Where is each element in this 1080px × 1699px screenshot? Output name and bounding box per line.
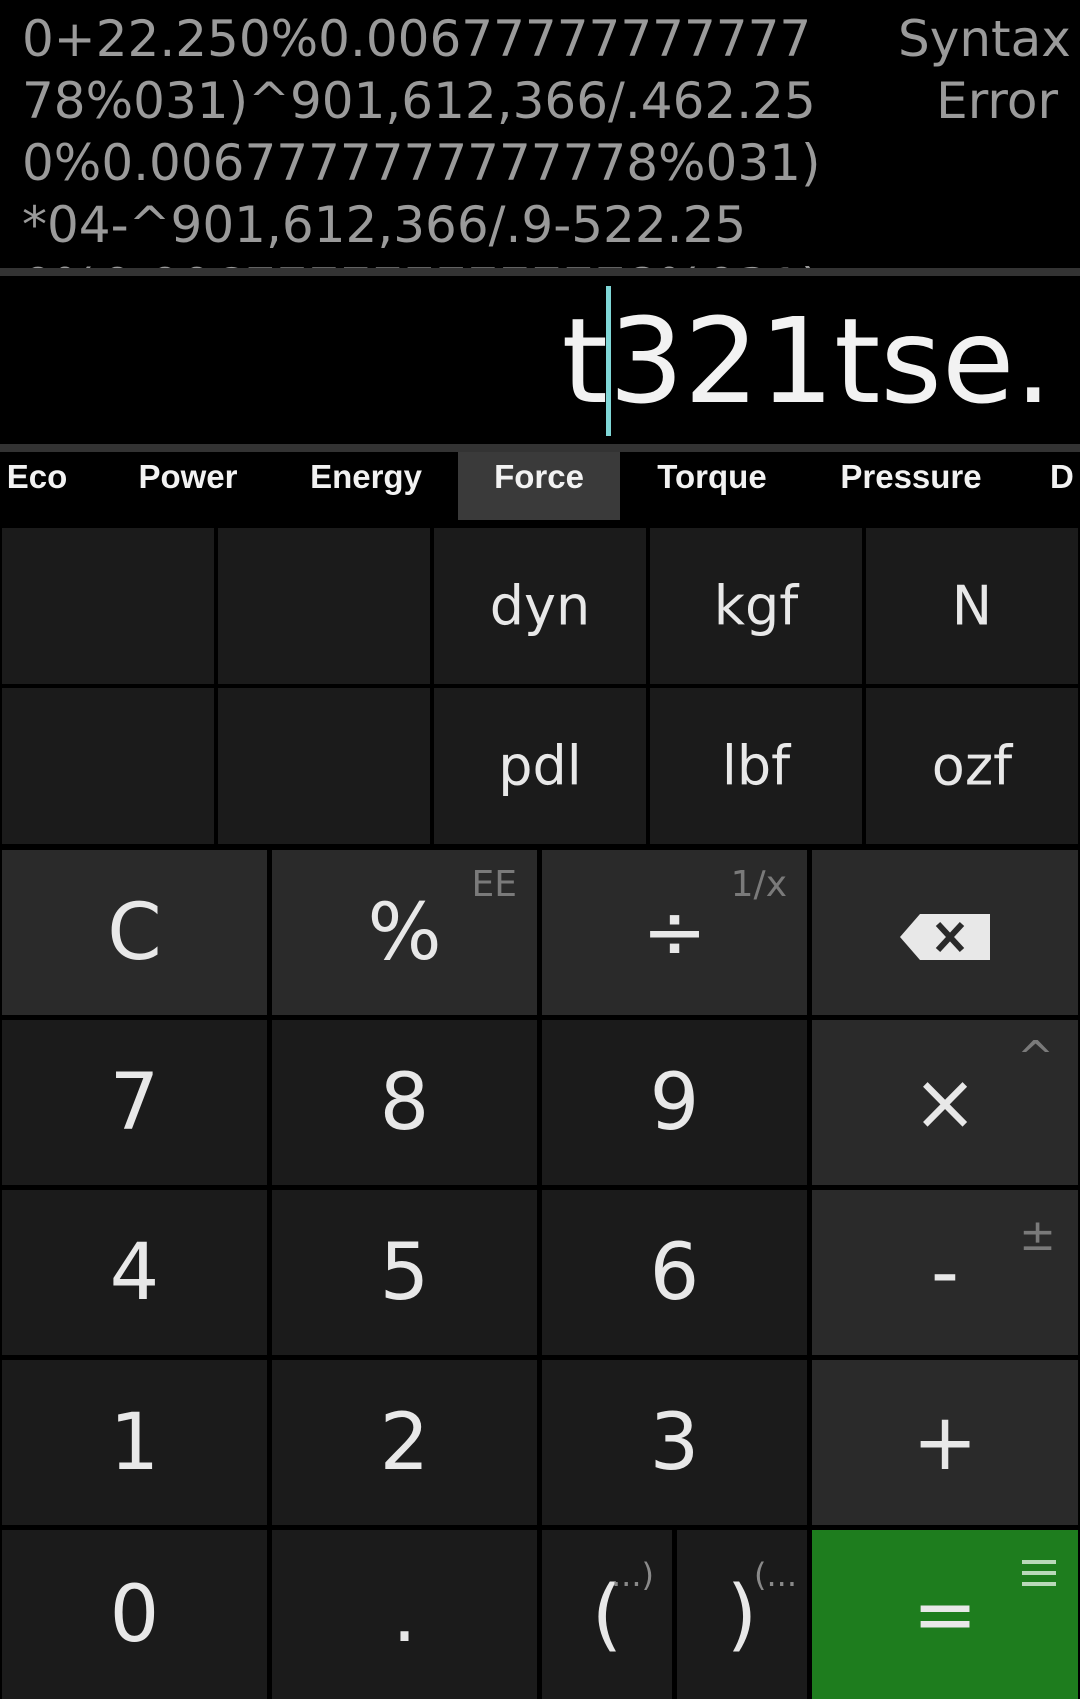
divide-button[interactable]: ÷ 1/x (542, 850, 807, 1015)
digit-4-button[interactable]: 4 (2, 1190, 267, 1355)
tab-pressure[interactable]: Pressure (826, 452, 996, 520)
digit-8-button[interactable]: 8 (272, 1020, 537, 1185)
reciprocal-sublabel: 1/x (730, 864, 787, 905)
open-paren-sublabel: ...) (611, 1556, 654, 1594)
power-sublabel: ^ (1017, 1032, 1054, 1083)
clear-button[interactable]: C (2, 850, 267, 1015)
plus-button[interactable]: + (812, 1360, 1078, 1525)
unit-n-button[interactable]: N (866, 528, 1078, 684)
plus-minus-sublabel: ± (1019, 1210, 1056, 1261)
close-paren-sublabel: (... (754, 1556, 797, 1594)
unit-ozf-button[interactable]: ozf (866, 688, 1078, 844)
close-paren-button[interactable]: ) (... (677, 1530, 807, 1699)
digit-2-button[interactable]: 2 (272, 1360, 537, 1525)
open-paren-button[interactable]: (...) (542, 1530, 672, 1699)
unit-empty-1[interactable] (2, 528, 214, 684)
backspace-button[interactable] (812, 850, 1078, 1015)
input-text: t321tse. (562, 286, 1052, 436)
digit-7-button[interactable]: 7 (2, 1020, 267, 1185)
divider (0, 444, 1080, 452)
history-panel[interactable]: 0+22.250%0.0067777777777778%031)^901,612… (0, 0, 1080, 268)
unit-category-tabs: Eco Power Energy Force Torque Pressure D (0, 452, 1080, 522)
digit-6-button[interactable]: 6 (542, 1190, 807, 1355)
calculator-app: 0+22.250%0.0067777777777778%031)^901,612… (0, 0, 1080, 1699)
input-display[interactable]: t321tse. (0, 276, 1080, 444)
digit-5-button[interactable]: 5 (272, 1190, 537, 1355)
digit-3-button[interactable]: 3 (542, 1360, 807, 1525)
multiply-button[interactable]: × ^ (812, 1020, 1078, 1185)
tab-power[interactable]: Power (118, 452, 258, 520)
input-after-cursor: 321tse. (608, 292, 1052, 430)
unit-empty-4[interactable] (218, 688, 430, 844)
tab-energy[interactable]: Energy (296, 452, 436, 520)
tab-force[interactable]: Force (458, 452, 620, 520)
digit-9-button[interactable]: 9 (542, 1020, 807, 1185)
unit-lbf-button[interactable]: lbf (650, 688, 862, 844)
tab-eco[interactable]: Eco (0, 452, 74, 520)
digit-1-button[interactable]: 1 (2, 1360, 267, 1525)
ee-sublabel: EE (471, 864, 518, 905)
unit-empty-2[interactable] (218, 528, 430, 684)
equals-button[interactable]: = (812, 1530, 1078, 1699)
menu-icon[interactable] (1022, 1558, 1056, 1588)
digit-0-button[interactable]: 0 (2, 1530, 267, 1699)
unit-kgf-button[interactable]: kgf (650, 528, 862, 684)
decimal-point-button[interactable]: . (272, 1530, 537, 1699)
input-before-cursor: t (561, 292, 608, 430)
minus-button[interactable]: - ± (812, 1190, 1078, 1355)
unit-pdl-button[interactable]: pdl (434, 688, 646, 844)
history-result: Syntax Error (898, 10, 1071, 130)
tab-partial[interactable]: D (1050, 452, 1080, 520)
unit-dyn-button[interactable]: dyn (434, 528, 646, 684)
history-expression: 0+22.250%0.0067777777777778%031)^901,612… (22, 10, 821, 268)
percent-button[interactable]: % EE (272, 850, 537, 1015)
backspace-icon (812, 888, 1078, 978)
divider (0, 268, 1080, 276)
unit-empty-3[interactable] (2, 688, 214, 844)
tab-torque[interactable]: Torque (646, 452, 778, 520)
